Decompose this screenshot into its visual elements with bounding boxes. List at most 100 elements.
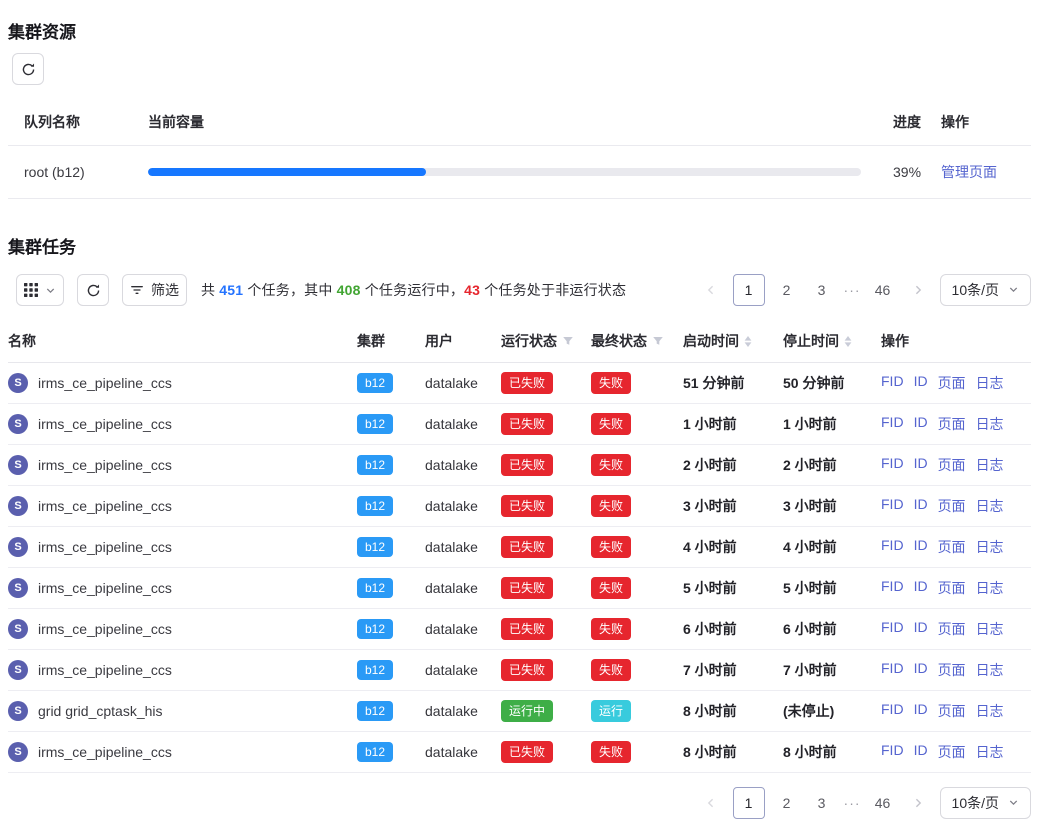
run-status-filter-icon[interactable] (562, 335, 574, 347)
start-time: 2 小时前 (683, 448, 783, 482)
log-link[interactable]: 日志 (976, 414, 1004, 434)
log-link[interactable]: 日志 (976, 537, 1004, 557)
final-status-tag: 失败 (591, 413, 631, 435)
stop-time: 8 小时前 (783, 735, 881, 769)
tasks-table: 名称 集群 用户 运行状态 最终状态 启动时间 (8, 320, 1031, 773)
stop-time-sorter-icon[interactable] (844, 336, 852, 347)
id-link[interactable]: ID (914, 496, 928, 516)
log-link[interactable]: 日志 (976, 742, 1004, 762)
log-link[interactable]: 日志 (976, 660, 1004, 680)
final-status-tag: 失败 (591, 618, 631, 640)
filter-button[interactable]: 筛选 (122, 274, 187, 306)
fid-link[interactable]: FID (881, 496, 904, 516)
task-name: irms_ce_pipeline_ccs (38, 744, 172, 760)
column-final-status[interactable]: 最终状态 (591, 320, 683, 362)
next-page-button[interactable] (905, 789, 931, 817)
id-link[interactable]: ID (914, 660, 928, 680)
page-link[interactable]: 页面 (938, 578, 966, 598)
table-row: S irms_ce_pipeline_ccs b12 datalake 已失败 … (8, 527, 1031, 568)
task-name-cell: S irms_ce_pipeline_ccs (8, 653, 357, 687)
start-time: 3 小时前 (683, 489, 783, 523)
log-link[interactable]: 日志 (976, 455, 1004, 475)
id-link[interactable]: ID (914, 414, 928, 434)
fid-link[interactable]: FID (881, 537, 904, 557)
page-link[interactable]: 页面 (938, 455, 966, 475)
final-status-tag: 失败 (591, 454, 631, 476)
start-time-sorter-icon[interactable] (744, 336, 752, 347)
page-link[interactable]: 页面 (938, 660, 966, 680)
page-button-46[interactable]: 46 (870, 789, 896, 817)
task-name: grid grid_cptask_his (38, 703, 163, 719)
page-link[interactable]: 页面 (938, 496, 966, 516)
page-ellipsis[interactable]: ··· (844, 282, 861, 298)
id-link[interactable]: ID (914, 455, 928, 475)
progress-bar (148, 168, 861, 176)
task-name-cell: S irms_ce_pipeline_ccs (8, 366, 357, 400)
log-link[interactable]: 日志 (976, 578, 1004, 598)
cluster-tag: b12 (357, 701, 393, 721)
page-link[interactable]: 页面 (938, 414, 966, 434)
column-start-time[interactable]: 启动时间 (683, 320, 783, 362)
page-button-2[interactable]: 2 (774, 276, 800, 304)
fid-link[interactable]: FID (881, 578, 904, 598)
id-link[interactable]: ID (914, 373, 928, 393)
tasks-refresh-button[interactable] (77, 274, 109, 306)
queue-name: root (b12) (8, 148, 148, 196)
row-actions: FID ID 页面 日志 (881, 653, 1031, 687)
page-button-1[interactable]: 1 (733, 787, 765, 819)
id-link[interactable]: ID (914, 701, 928, 721)
page-button-1[interactable]: 1 (733, 274, 765, 306)
column-current-capacity: 当前容量 (148, 99, 885, 145)
summary-text: 个任务运行中， (361, 282, 465, 298)
pagination-top: 1 2 3 ··· 46 10条/页 (698, 274, 1031, 306)
run-status-tag: 已失败 (501, 536, 553, 558)
id-link[interactable]: ID (914, 742, 928, 762)
page-button-46[interactable]: 46 (870, 276, 896, 304)
id-link[interactable]: ID (914, 619, 928, 639)
id-link[interactable]: ID (914, 537, 928, 557)
cluster-tasks-section: 集群任务 (8, 225, 1031, 819)
stop-time: 3 小时前 (783, 489, 881, 523)
prev-page-button[interactable] (698, 789, 724, 817)
fid-link[interactable]: FID (881, 701, 904, 721)
column-stop-time[interactable]: 停止时间 (783, 320, 881, 362)
fid-link[interactable]: FID (881, 414, 904, 434)
page-ellipsis[interactable]: ··· (844, 795, 861, 811)
log-link[interactable]: 日志 (976, 373, 1004, 393)
fid-link[interactable]: FID (881, 455, 904, 475)
page-size-select[interactable]: 10条/页 (940, 787, 1031, 819)
task-name: irms_ce_pipeline_ccs (38, 580, 172, 596)
log-link[interactable]: 日志 (976, 496, 1004, 516)
row-actions: FID ID 页面 日志 (881, 489, 1031, 523)
task-avatar: S (8, 701, 28, 721)
page-link[interactable]: 页面 (938, 619, 966, 639)
page-button-3[interactable]: 3 (809, 789, 835, 817)
final-status-filter-icon[interactable] (652, 335, 664, 347)
fid-link[interactable]: FID (881, 660, 904, 680)
layout-grid-button[interactable] (16, 274, 64, 306)
id-link[interactable]: ID (914, 578, 928, 598)
column-user: 用户 (425, 320, 501, 362)
log-link[interactable]: 日志 (976, 619, 1004, 639)
column-stop-time-label: 停止时间 (783, 331, 839, 351)
task-avatar: S (8, 414, 28, 434)
page-link[interactable]: 页面 (938, 742, 966, 762)
log-link[interactable]: 日志 (976, 701, 1004, 721)
page-link[interactable]: 页面 (938, 701, 966, 721)
fid-link[interactable]: FID (881, 373, 904, 393)
fid-link[interactable]: FID (881, 742, 904, 762)
column-actions: 操作 (881, 320, 1031, 362)
start-time: 7 小时前 (683, 653, 783, 687)
resources-refresh-button[interactable] (12, 53, 44, 85)
page-size-select[interactable]: 10条/页 (940, 274, 1031, 306)
manage-page-link[interactable]: 管理页面 (941, 164, 997, 180)
prev-page-button[interactable] (698, 276, 724, 304)
page-link[interactable]: 页面 (938, 373, 966, 393)
next-page-button[interactable] (905, 276, 931, 304)
page-button-2[interactable]: 2 (774, 789, 800, 817)
column-run-status[interactable]: 运行状态 (501, 320, 591, 362)
fid-link[interactable]: FID (881, 619, 904, 639)
page-button-3[interactable]: 3 (809, 276, 835, 304)
tasks-table-header: 名称 集群 用户 运行状态 最终状态 启动时间 (8, 320, 1031, 363)
page-link[interactable]: 页面 (938, 537, 966, 557)
